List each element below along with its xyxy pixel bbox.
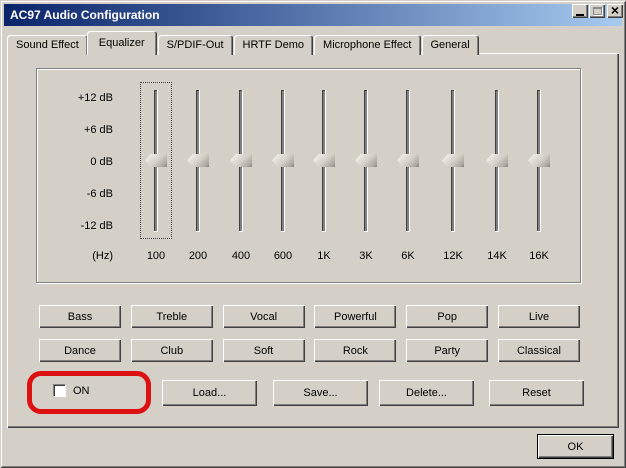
- tab-microphone-effect[interactable]: Microphone Effect: [314, 35, 420, 55]
- freq-label: 16K: [518, 250, 560, 262]
- eq-thumb-14k[interactable]: [486, 154, 508, 167]
- eq-slider-1k: 1K: [303, 69, 345, 282]
- ok-button[interactable]: OK: [537, 434, 614, 459]
- eq-slider-200hz: 200: [177, 69, 219, 282]
- eq-slider-12k: 12K: [432, 69, 474, 282]
- eq-thumb-400hz[interactable]: [230, 154, 252, 167]
- maximize-button: [589, 4, 605, 18]
- freq-label: 600: [262, 250, 304, 262]
- freq-label: 200: [177, 250, 219, 262]
- eq-slider-14k: 14K: [476, 69, 518, 282]
- freq-label: 400: [220, 250, 262, 262]
- freq-label: 3K: [345, 250, 387, 262]
- db-label-zero: 0 dB: [37, 156, 113, 169]
- eq-thumb-6k[interactable]: [397, 154, 419, 167]
- eq-slider-100hz: 100: [135, 69, 177, 282]
- preset-rock-button[interactable]: Rock: [314, 339, 396, 362]
- eq-thumb-200hz[interactable]: [187, 154, 209, 167]
- db-label-plus6: +6 dB: [37, 124, 113, 137]
- db-label-plus12: +12 dB: [37, 92, 113, 105]
- preset-row-1: Bass Treble Vocal Powerful Pop Live: [39, 305, 580, 328]
- on-checkbox[interactable]: [53, 384, 66, 397]
- on-checkbox-group: ON: [53, 384, 90, 397]
- load-button[interactable]: Load...: [162, 380, 257, 406]
- preset-powerful-button[interactable]: Powerful: [314, 305, 396, 328]
- freq-label: 12K: [432, 250, 474, 262]
- db-label-minus6: -6 dB: [37, 188, 113, 201]
- preset-party-button[interactable]: Party: [406, 339, 488, 362]
- eq-slider-600hz: 600: [262, 69, 304, 282]
- tab-spdif-out[interactable]: S/PDIF-Out: [158, 35, 233, 55]
- eq-thumb-16k[interactable]: [528, 154, 550, 167]
- save-button[interactable]: Save...: [273, 380, 368, 406]
- tab-strip: Sound Effect Equalizer S/PDIF-Out HRTF D…: [7, 31, 480, 55]
- on-checkbox-label: ON: [73, 385, 90, 397]
- preset-soft-button[interactable]: Soft: [223, 339, 305, 362]
- preset-pop-button[interactable]: Pop: [406, 305, 488, 328]
- minimize-icon: [576, 14, 584, 16]
- preset-vocal-button[interactable]: Vocal: [223, 305, 305, 328]
- eq-thumb-100hz[interactable]: [145, 154, 167, 167]
- freq-label: 6K: [387, 250, 429, 262]
- eq-thumb-12k[interactable]: [442, 154, 464, 167]
- close-button[interactable]: ×: [607, 4, 623, 18]
- freq-label: 14K: [476, 250, 518, 262]
- delete-button[interactable]: Delete...: [379, 380, 474, 406]
- preset-live-button[interactable]: Live: [498, 305, 580, 328]
- tab-general[interactable]: General: [422, 35, 479, 55]
- equalizer-groupbox: +12 dB +6 dB 0 dB -6 dB -12 dB (Hz) 100 …: [36, 68, 581, 283]
- tab-equalizer[interactable]: Equalizer: [87, 31, 157, 55]
- ac97-audio-configuration-dialog: AC97 Audio Configuration × Sound Effect …: [0, 0, 626, 468]
- preset-classical-button[interactable]: Classical: [498, 339, 580, 362]
- hz-unit-label: (Hz): [37, 250, 113, 262]
- eq-thumb-600hz[interactable]: [272, 154, 294, 167]
- eq-thumb-1k[interactable]: [313, 154, 335, 167]
- tab-sound-effect[interactable]: Sound Effect: [7, 35, 88, 55]
- equalizer-tab-page: +12 dB +6 dB 0 dB -6 dB -12 dB (Hz) 100 …: [7, 53, 619, 428]
- maximize-icon: [593, 7, 602, 15]
- freq-label: 100: [135, 250, 177, 262]
- eq-slider-3k: 3K: [345, 69, 387, 282]
- window-title: AC97 Audio Configuration: [10, 8, 160, 22]
- eq-slider-16k: 16K: [518, 69, 560, 282]
- reset-button[interactable]: Reset: [489, 380, 584, 406]
- eq-slider-6k: 6K: [387, 69, 429, 282]
- title-bar[interactable]: AC97 Audio Configuration: [4, 4, 622, 26]
- db-scale: +12 dB +6 dB 0 dB -6 dB -12 dB (Hz): [37, 69, 113, 282]
- eq-thumb-3k[interactable]: [355, 154, 377, 167]
- preset-treble-button[interactable]: Treble: [131, 305, 213, 328]
- tab-hrtf-demo[interactable]: HRTF Demo: [234, 35, 314, 55]
- preset-club-button[interactable]: Club: [131, 339, 213, 362]
- eq-slider-400hz: 400: [220, 69, 262, 282]
- db-label-minus12: -12 dB: [37, 220, 113, 233]
- minimize-button[interactable]: [572, 4, 588, 18]
- close-icon: ×: [611, 5, 619, 15]
- preset-row-2: Dance Club Soft Rock Party Classical: [39, 339, 580, 362]
- preset-dance-button[interactable]: Dance: [39, 339, 121, 362]
- preset-bass-button[interactable]: Bass: [39, 305, 121, 328]
- freq-label: 1K: [303, 250, 345, 262]
